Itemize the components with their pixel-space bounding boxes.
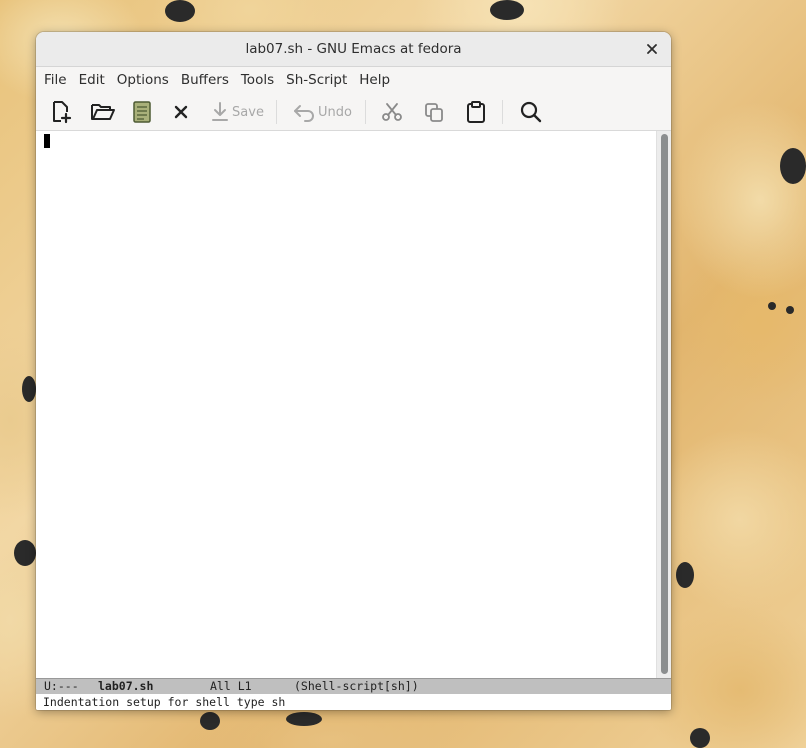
modeline-position: All L1 [210, 679, 252, 693]
clipboard-icon [467, 101, 485, 123]
wallpaper-detail [490, 0, 524, 20]
undo-label: Undo [318, 104, 352, 120]
window-title: lab07.sh - GNU Emacs at fedora [245, 41, 462, 57]
emacs-window: lab07.sh - GNU Emacs at fedora File Edit… [36, 32, 671, 710]
wallpaper-detail [780, 148, 806, 184]
vertical-scrollbar[interactable] [656, 131, 671, 678]
dired-button[interactable] [130, 98, 154, 126]
modeline-major-mode[interactable]: (Shell-script[sh]) [294, 679, 419, 694]
tool-bar: Save Undo [36, 94, 671, 131]
scrollbar-thumb[interactable] [661, 134, 668, 674]
new-file-button[interactable] [48, 98, 74, 126]
wallpaper-detail [22, 376, 36, 402]
menu-buffers[interactable]: Buffers [175, 67, 235, 93]
menu-tools[interactable]: Tools [235, 67, 280, 93]
paste-button[interactable] [464, 98, 488, 126]
modeline-buffer-name[interactable]: lab07.sh [98, 679, 153, 694]
open-file-button[interactable] [89, 98, 117, 126]
editor-buffer[interactable] [36, 131, 656, 678]
mode-line: U:--- lab07.sh All L1 (Shell-script[sh]) [36, 678, 671, 694]
close-window-button[interactable] [641, 38, 663, 60]
save-download-icon [212, 102, 229, 121]
menu-options[interactable]: Options [111, 67, 175, 93]
toolbar-separator [502, 100, 503, 124]
wallpaper-detail [14, 540, 36, 566]
copy-button[interactable] [422, 98, 446, 126]
wallpaper-detail [676, 562, 694, 588]
menu-file[interactable]: File [38, 67, 73, 93]
wallpaper-detail [786, 306, 794, 314]
search-button[interactable] [518, 98, 544, 126]
echo-area: Indentation setup for shell type sh [36, 694, 671, 710]
new-file-icon [53, 101, 72, 124]
wallpaper-detail [690, 728, 710, 748]
menu-sh-script[interactable]: Sh-Script [280, 67, 353, 93]
close-buffer-icon [174, 105, 188, 119]
menu-help[interactable]: Help [353, 67, 396, 93]
menu-bar: File Edit Options Buffers Tools Sh-Scrip… [36, 67, 671, 93]
undo-arrow-icon [294, 105, 314, 122]
wallpaper-detail [286, 712, 322, 726]
scissors-icon [382, 103, 402, 121]
close-icon [647, 44, 657, 54]
kill-buffer-button[interactable] [170, 98, 192, 126]
toolbar-separator [365, 100, 366, 124]
wallpaper-detail [200, 712, 220, 730]
cut-button[interactable] [380, 98, 404, 126]
wallpaper-detail [165, 0, 195, 22]
toolbar-separator [276, 100, 277, 124]
menu-edit[interactable]: Edit [73, 67, 111, 93]
text-cursor [44, 134, 50, 148]
copy-icon [425, 103, 443, 122]
notebook-icon [133, 101, 151, 123]
title-bar[interactable]: lab07.sh - GNU Emacs at fedora [36, 32, 671, 67]
save-button[interactable]: Save [208, 98, 266, 126]
wallpaper-detail [768, 302, 776, 310]
open-folder-icon [91, 104, 115, 120]
search-icon [520, 101, 542, 123]
modeline-status: U:--- [44, 679, 79, 693]
undo-button[interactable]: Undo [292, 98, 352, 126]
save-label: Save [232, 104, 264, 120]
